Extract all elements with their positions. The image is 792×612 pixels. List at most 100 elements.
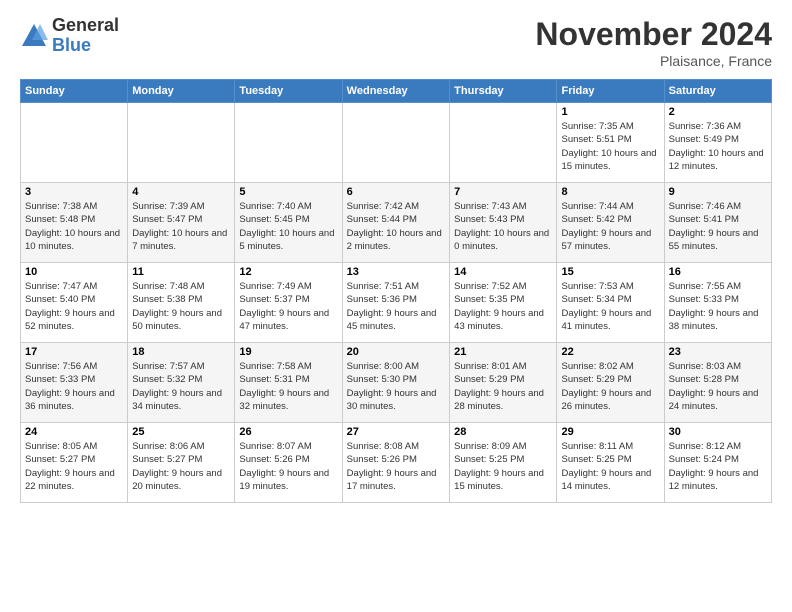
calendar-cell: 23 Sunrise: 8:03 AM Sunset: 5:28 PM Dayli… [664,343,771,423]
calendar-cell: 29 Sunrise: 8:11 AM Sunset: 5:25 PM Dayli… [557,423,664,503]
title-block: November 2024 Plaisance, France [535,16,772,69]
calendar-cell [450,103,557,183]
day-number: 23 [669,346,767,358]
day-info: Sunrise: 7:56 AM Sunset: 5:33 PM Dayligh… [25,360,123,413]
calendar-cell: 19 Sunrise: 7:58 AM Sunset: 5:31 PM Dayli… [235,343,342,423]
calendar-cell: 14 Sunrise: 7:52 AM Sunset: 5:35 PM Dayli… [450,263,557,343]
day-info: Sunrise: 7:38 AM Sunset: 5:48 PM Dayligh… [25,200,123,253]
day-info: Sunrise: 7:47 AM Sunset: 5:40 PM Dayligh… [25,280,123,333]
day-number: 8 [561,186,659,198]
calendar-cell: 8 Sunrise: 7:44 AM Sunset: 5:42 PM Daylig… [557,183,664,263]
page: General Blue November 2024 Plaisance, Fr… [0,0,792,513]
calendar-cell: 16 Sunrise: 7:55 AM Sunset: 5:33 PM Dayli… [664,263,771,343]
day-number: 1 [561,106,659,118]
day-info: Sunrise: 7:36 AM Sunset: 5:49 PM Dayligh… [669,120,767,173]
calendar-header-saturday: Saturday [664,80,771,103]
calendar-cell: 28 Sunrise: 8:09 AM Sunset: 5:25 PM Dayli… [450,423,557,503]
day-number: 18 [132,346,230,358]
day-number: 25 [132,426,230,438]
day-number: 16 [669,266,767,278]
day-info: Sunrise: 8:03 AM Sunset: 5:28 PM Dayligh… [669,360,767,413]
calendar-cell: 6 Sunrise: 7:42 AM Sunset: 5:44 PM Daylig… [342,183,449,263]
day-info: Sunrise: 7:43 AM Sunset: 5:43 PM Dayligh… [454,200,552,253]
day-info: Sunrise: 8:07 AM Sunset: 5:26 PM Dayligh… [239,440,337,493]
calendar-cell [21,103,128,183]
calendar-cell: 11Sunrise: 7:48 AM Sunset: 5:38 PM Dayli… [128,263,235,343]
day-number: 17 [25,346,123,358]
calendar-header-monday: Monday [128,80,235,103]
day-number: 7 [454,186,552,198]
day-number: 24 [25,426,123,438]
day-number: 15 [561,266,659,278]
day-number: 14 [454,266,552,278]
calendar-cell: 12 Sunrise: 7:49 AM Sunset: 5:37 PM Dayli… [235,263,342,343]
day-info: Sunrise: 7:35 AM Sunset: 5:51 PM Dayligh… [561,120,659,173]
day-number: 30 [669,426,767,438]
day-info: Sunrise: 8:00 AM Sunset: 5:30 PM Dayligh… [347,360,445,413]
day-info: Sunrise: 8:09 AM Sunset: 5:25 PM Dayligh… [454,440,552,493]
day-number: 19 [239,346,337,358]
calendar-cell [128,103,235,183]
calendar-cell: 18 Sunrise: 7:57 AM Sunset: 5:32 PM Dayli… [128,343,235,423]
calendar-cell: 1 Sunrise: 7:35 AM Sunset: 5:51 PM Daylig… [557,103,664,183]
calendar-header-sunday: Sunday [21,80,128,103]
calendar-cell: 5Sunrise: 7:40 AM Sunset: 5:45 PM Daylig… [235,183,342,263]
day-info: Sunrise: 8:08 AM Sunset: 5:26 PM Dayligh… [347,440,445,493]
day-info: Sunrise: 7:40 AM Sunset: 5:45 PM Dayligh… [239,200,337,253]
day-info: Sunrise: 7:55 AM Sunset: 5:33 PM Dayligh… [669,280,767,333]
day-info: Sunrise: 8:02 AM Sunset: 5:29 PM Dayligh… [561,360,659,413]
day-number: 28 [454,426,552,438]
month-title: November 2024 [535,16,772,53]
logo-general: General [52,16,119,36]
day-number: 29 [561,426,659,438]
day-number: 21 [454,346,552,358]
calendar-cell: 13 Sunrise: 7:51 AM Sunset: 5:36 PM Dayli… [342,263,449,343]
day-info: Sunrise: 7:57 AM Sunset: 5:32 PM Dayligh… [132,360,230,413]
day-info: Sunrise: 8:05 AM Sunset: 5:27 PM Dayligh… [25,440,123,493]
calendar: SundayMondayTuesdayWednesdayThursdayFrid… [20,79,772,503]
logo-text: General Blue [52,16,119,56]
calendar-week-0: 1 Sunrise: 7:35 AM Sunset: 5:51 PM Daylig… [21,103,772,183]
day-info: Sunrise: 7:49 AM Sunset: 5:37 PM Dayligh… [239,280,337,333]
day-number: 6 [347,186,445,198]
day-number: 12 [239,266,337,278]
calendar-cell: 17 Sunrise: 7:56 AM Sunset: 5:33 PM Dayli… [21,343,128,423]
day-info: Sunrise: 7:46 AM Sunset: 5:41 PM Dayligh… [669,200,767,253]
calendar-cell: 22 Sunrise: 8:02 AM Sunset: 5:29 PM Dayli… [557,343,664,423]
day-info: Sunrise: 7:42 AM Sunset: 5:44 PM Dayligh… [347,200,445,253]
day-info: Sunrise: 7:39 AM Sunset: 5:47 PM Dayligh… [132,200,230,253]
calendar-week-1: 3 Sunrise: 7:38 AM Sunset: 5:48 PM Daylig… [21,183,772,263]
day-info: Sunrise: 8:11 AM Sunset: 5:25 PM Dayligh… [561,440,659,493]
calendar-cell: 4Sunrise: 7:39 AM Sunset: 5:47 PM Daylig… [128,183,235,263]
calendar-week-2: 10 Sunrise: 7:47 AM Sunset: 5:40 PM Dayli… [21,263,772,343]
calendar-cell: 9 Sunrise: 7:46 AM Sunset: 5:41 PM Daylig… [664,183,771,263]
day-info: Sunrise: 7:52 AM Sunset: 5:35 PM Dayligh… [454,280,552,333]
day-info: Sunrise: 7:58 AM Sunset: 5:31 PM Dayligh… [239,360,337,413]
day-number: 22 [561,346,659,358]
location: Plaisance, France [535,53,772,69]
day-info: Sunrise: 7:51 AM Sunset: 5:36 PM Dayligh… [347,280,445,333]
day-number: 26 [239,426,337,438]
day-info: Sunrise: 7:53 AM Sunset: 5:34 PM Dayligh… [561,280,659,333]
calendar-header-tuesday: Tuesday [235,80,342,103]
calendar-cell: 7 Sunrise: 7:43 AM Sunset: 5:43 PM Daylig… [450,183,557,263]
day-number: 10 [25,266,123,278]
calendar-cell: 2 Sunrise: 7:36 AM Sunset: 5:49 PM Daylig… [664,103,771,183]
day-number: 13 [347,266,445,278]
day-number: 2 [669,106,767,118]
day-number: 27 [347,426,445,438]
calendar-cell: 10 Sunrise: 7:47 AM Sunset: 5:40 PM Dayli… [21,263,128,343]
calendar-cell: 24 Sunrise: 8:05 AM Sunset: 5:27 PM Dayli… [21,423,128,503]
day-number: 20 [347,346,445,358]
logo-icon [20,22,48,50]
calendar-cell: 27 Sunrise: 8:08 AM Sunset: 5:26 PM Dayli… [342,423,449,503]
calendar-cell: 15 Sunrise: 7:53 AM Sunset: 5:34 PM Dayli… [557,263,664,343]
day-info: Sunrise: 8:12 AM Sunset: 5:24 PM Dayligh… [669,440,767,493]
calendar-cell [342,103,449,183]
day-number: 3 [25,186,123,198]
calendar-header-friday: Friday [557,80,664,103]
calendar-week-3: 17 Sunrise: 7:56 AM Sunset: 5:33 PM Dayli… [21,343,772,423]
day-info: Sunrise: 7:44 AM Sunset: 5:42 PM Dayligh… [561,200,659,253]
day-number: 9 [669,186,767,198]
header: General Blue November 2024 Plaisance, Fr… [20,16,772,69]
